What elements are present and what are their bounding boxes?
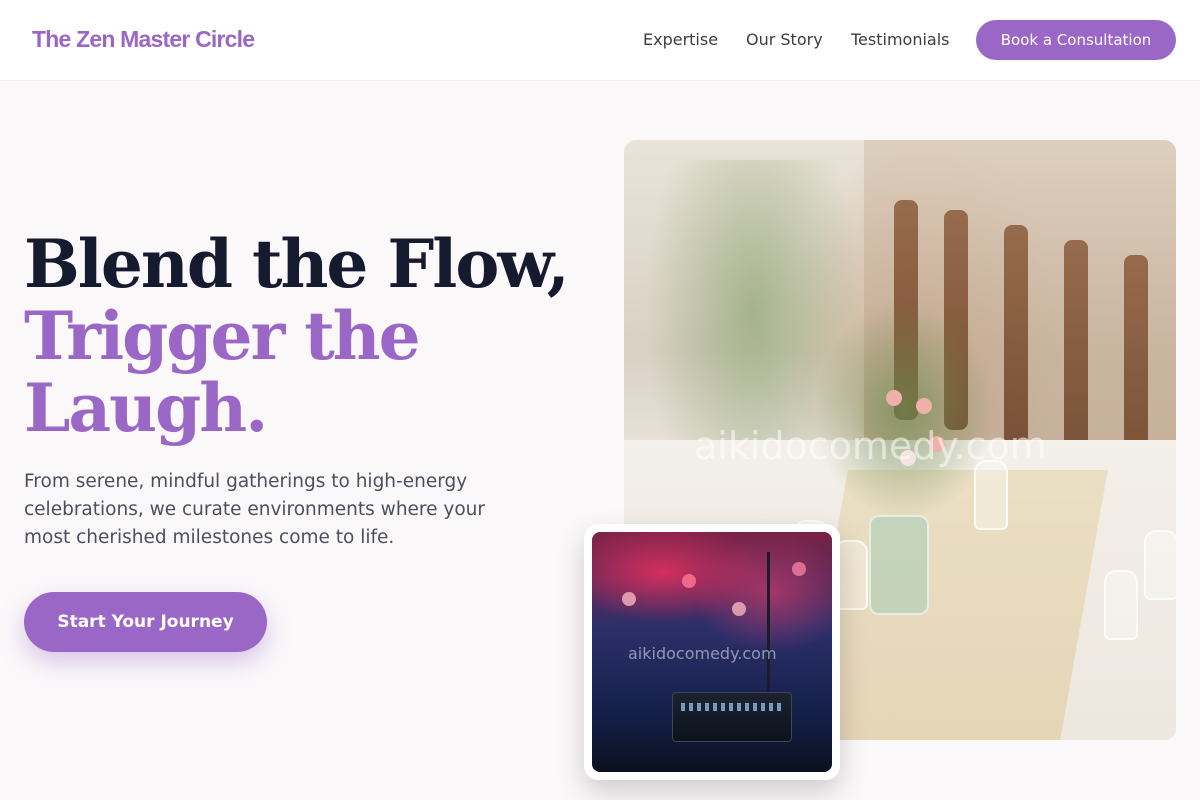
- headline-line-1: Blend the Flow,: [24, 225, 570, 303]
- chair: [1064, 240, 1088, 460]
- top-nav: The Zen Master Circle Expertise Our Stor…: [0, 0, 1200, 80]
- headline-line-2: Trigger the Laugh.: [24, 297, 421, 447]
- book-consultation-button[interactable]: Book a Consultation: [976, 20, 1176, 60]
- flower-bouquet: [814, 300, 994, 520]
- glass-vase: [869, 515, 929, 615]
- nav-link-expertise[interactable]: Expertise: [643, 30, 718, 49]
- mixing-console: [672, 692, 792, 742]
- start-journey-button[interactable]: Start Your Journey: [24, 592, 267, 652]
- inset-watermark: aikidocomedy.com: [628, 644, 777, 663]
- hero-subtext: From serene, mindful gatherings to high-…: [24, 471, 485, 548]
- hero-headline: Blend the Flow, Trigger the Laugh.: [24, 228, 584, 444]
- flower: [916, 398, 932, 414]
- flower: [886, 390, 902, 406]
- bokeh-light: [622, 592, 636, 606]
- wine-glass: [974, 460, 1008, 530]
- bokeh-light: [682, 574, 696, 588]
- mic-stand: [767, 552, 770, 702]
- site-logo[interactable]: The Zen Master Circle: [32, 26, 255, 53]
- inset-photo-card: aikidocomedy.com: [584, 524, 840, 780]
- inset-image-stage-console: aikidocomedy.com: [592, 532, 832, 772]
- nav-link-our-story[interactable]: Our Story: [746, 30, 823, 49]
- bokeh-light: [792, 562, 806, 576]
- chair: [1004, 225, 1028, 445]
- wine-glass: [1144, 530, 1176, 600]
- nav-link-testimonials[interactable]: Testimonials: [851, 30, 950, 49]
- bokeh-light: [732, 602, 746, 616]
- image-watermark: aikidocomedy.com: [694, 424, 1047, 468]
- wine-glass: [1104, 570, 1138, 640]
